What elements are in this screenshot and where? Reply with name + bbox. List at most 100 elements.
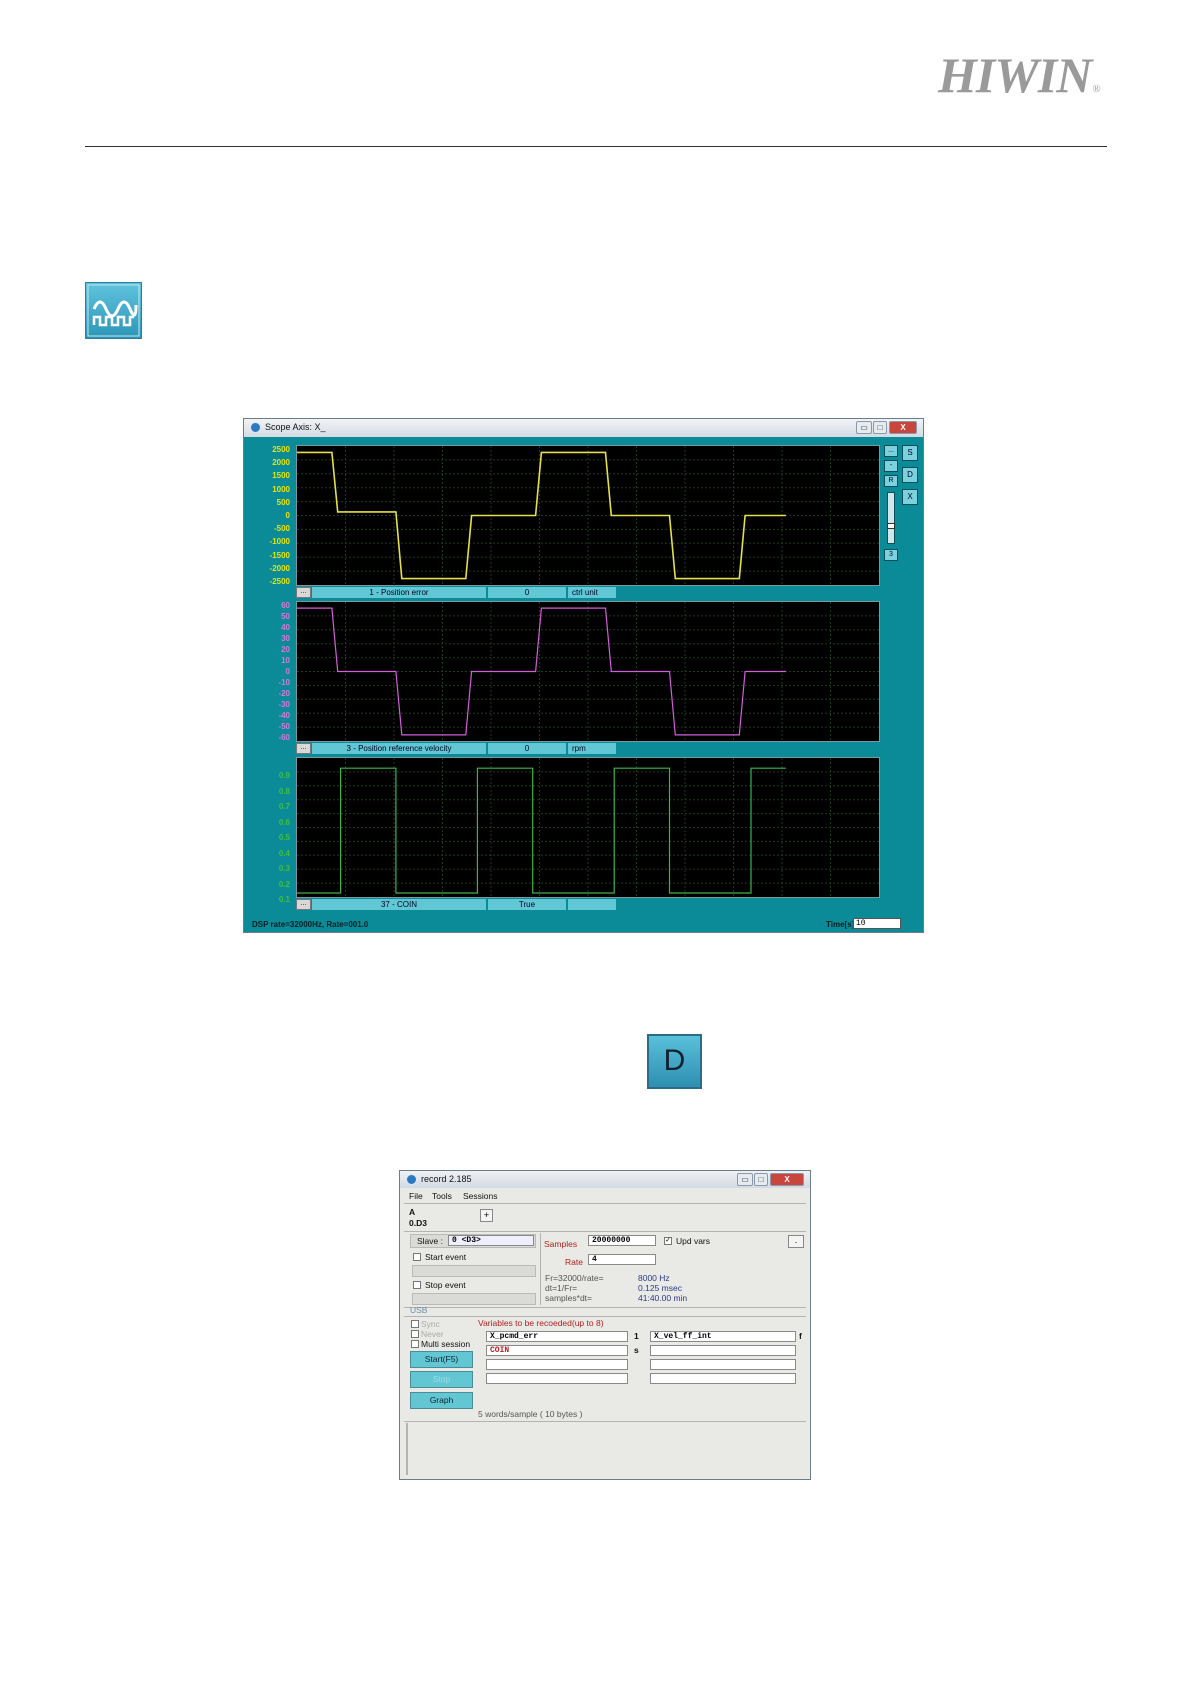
channel-unit: rpm	[568, 743, 616, 754]
start-event-label: Start event	[425, 1252, 467, 1262]
header-rule	[85, 146, 1107, 147]
y-tick-label: -2500	[269, 577, 290, 586]
y-tick-label: 500	[276, 497, 290, 507]
trace-line	[297, 767, 786, 894]
maximize-button[interactable]: □	[873, 421, 887, 434]
y-tick-label: 1500	[272, 471, 290, 481]
scope-tool-icon[interactable]	[85, 282, 142, 339]
slave-label: Slave :	[417, 1236, 443, 1246]
scope-window: Scope Axis: X_ ▭ □ X 2500 2000 1500 1000 500…	[243, 418, 924, 933]
axis-tab-label[interactable]: A	[409, 1207, 415, 1217]
add-axis-button[interactable]: +	[480, 1209, 493, 1222]
variable-field-8[interactable]	[650, 1373, 796, 1384]
app-icon	[250, 422, 261, 433]
log-area-border	[406, 1423, 408, 1475]
y-tick-label: 2500	[272, 445, 290, 454]
never-checkbox[interactable]	[411, 1330, 419, 1338]
variable-flag-2: f	[799, 1331, 802, 1341]
words-per-sample: 5 words/sample ( 10 bytes )	[478, 1409, 583, 1419]
y-tick-label: -2000	[269, 563, 290, 573]
dash-button[interactable]: -	[884, 460, 898, 472]
stop-event-checkbox[interactable]	[413, 1281, 421, 1289]
slider-handle[interactable]	[887, 523, 895, 529]
upd-vars-checkbox[interactable]: ✓	[664, 1237, 672, 1245]
channel-value: 0	[488, 587, 566, 598]
y-tick-label: 0.1	[278, 895, 290, 904]
slave-select[interactable]: 0 <D3>	[448, 1235, 534, 1246]
stop-event-field[interactable]	[412, 1293, 536, 1305]
record-window-title: record 2.185	[421, 1174, 472, 1184]
menu-file[interactable]: File	[409, 1191, 423, 1201]
app-icon	[406, 1174, 417, 1185]
info-label: samples*dt=	[545, 1293, 593, 1303]
y-tick-label: 0	[285, 667, 290, 676]
upd-vars-label: Upd vars	[676, 1236, 711, 1246]
y-tick-label: 0.8	[278, 786, 290, 796]
start-event-field[interactable]	[412, 1265, 536, 1277]
y-tick-label: 2000	[272, 458, 290, 468]
channel-bar-position-error: ... 1 - Position error 0 ctrl unit	[296, 587, 880, 598]
y-tick-label: 40	[281, 623, 290, 632]
channel-name[interactable]: 3 - Position reference velocity	[312, 743, 486, 754]
variable-field-1[interactable]: X_pcmd_err	[486, 1331, 628, 1342]
variable-field-2[interactable]: X_vel_ff_int	[650, 1331, 796, 1342]
menu-tools[interactable]: Tools	[432, 1191, 452, 1201]
maximize-button[interactable]: □	[754, 1173, 768, 1186]
channel-options-button[interactable]: ...	[296, 899, 311, 910]
record-window: record 2.185 ▭ □ X File Tools Sessions A…	[399, 1170, 811, 1480]
time-input[interactable]: 10	[853, 918, 901, 929]
d-button-icon[interactable]: D	[647, 1034, 702, 1089]
samples-label: Samples	[544, 1239, 578, 1249]
x-button[interactable]: X	[902, 489, 918, 505]
y-tick-label: 0.6	[278, 817, 290, 827]
minimize-button[interactable]: ▭	[856, 421, 872, 434]
variable-field-3[interactable]: COIN	[486, 1345, 628, 1356]
sync-checkbox[interactable]	[411, 1320, 419, 1328]
usb-label: USB	[410, 1305, 428, 1315]
never-label: Never	[421, 1329, 444, 1339]
channel-name[interactable]: 1 - Position error	[312, 587, 486, 598]
start-event-checkbox[interactable]	[413, 1253, 421, 1261]
info-value: 8000 Hz	[638, 1273, 670, 1283]
channel-name[interactable]: 37 - COIN	[312, 899, 486, 910]
menu-sessions[interactable]: Sessions	[463, 1191, 498, 1201]
y-tick-label: -1500	[269, 550, 290, 560]
channel-options-button[interactable]: ...	[296, 587, 311, 598]
variable-field-6[interactable]	[650, 1359, 796, 1370]
y-tick-label: 0.4	[278, 848, 290, 858]
multi-session-checkbox[interactable]	[411, 1340, 419, 1348]
minimize-button[interactable]: ▭	[737, 1173, 753, 1186]
r-button[interactable]: R	[884, 475, 898, 487]
close-button[interactable]: X	[889, 421, 917, 434]
graph-button[interactable]: Graph	[410, 1392, 473, 1409]
start-button[interactable]: Start(F5)	[410, 1351, 473, 1368]
variable-field-4[interactable]	[650, 1345, 796, 1356]
y-tick-label: 0.2	[278, 879, 290, 889]
axis-tab-id[interactable]: 0.D3	[409, 1218, 427, 1228]
zoom-slider[interactable]	[887, 492, 895, 544]
channel-options-button[interactable]: ...	[296, 743, 311, 754]
position-error-plot	[296, 445, 880, 586]
variables-header: Variables to be recoeded(up to 8)	[478, 1318, 604, 1328]
stop-button[interactable]: Stop	[410, 1371, 473, 1388]
variable-field-5[interactable]	[486, 1359, 628, 1370]
channel-count-button[interactable]: 3	[884, 549, 898, 561]
footer-separator	[404, 1421, 806, 1422]
variable-flag-3: s	[634, 1345, 639, 1355]
variable-field-7[interactable]	[486, 1373, 628, 1384]
y-tick-label: 0.9	[278, 771, 290, 780]
rate-input[interactable]: 4	[588, 1254, 656, 1265]
samples-input[interactable]: 20000000	[588, 1235, 656, 1246]
more-button[interactable]: ...	[884, 445, 898, 457]
close-button[interactable]: X	[770, 1173, 804, 1186]
d-button[interactable]: D	[902, 467, 918, 483]
s-button[interactable]: S	[902, 445, 918, 461]
y-tick-label: 1000	[272, 484, 290, 494]
channel-bar-velocity: ... 3 - Position reference velocity 0 rp…	[296, 743, 880, 754]
usb-separator	[404, 1316, 806, 1317]
options-button[interactable]: .	[788, 1235, 804, 1248]
info-value: 41:40.00 min	[638, 1293, 688, 1303]
y-tick-label: -10	[278, 678, 290, 687]
y-tick-label: -1000	[269, 537, 290, 547]
y-tick-label: 0.7	[278, 802, 290, 811]
